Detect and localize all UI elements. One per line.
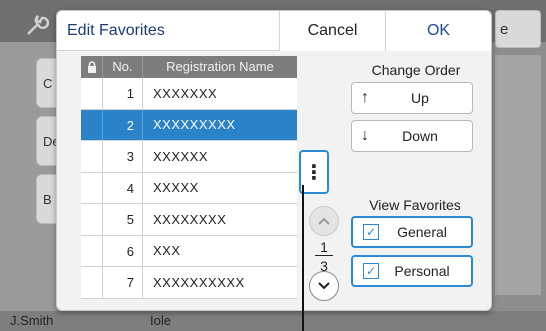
move-down-label: Down xyxy=(402,128,438,144)
background-status-bar xyxy=(0,311,546,331)
general-label: General xyxy=(397,224,447,240)
lock-cell xyxy=(81,109,103,140)
dialog-header: Edit Favorites Cancel OK xyxy=(57,11,491,51)
current-page: 1 xyxy=(315,239,333,256)
edit-favorites-dialog: Edit Favorites Cancel OK No. Registratio… xyxy=(56,10,492,311)
callout-pointer-line xyxy=(302,185,304,331)
page-up-button[interactable] xyxy=(309,206,339,236)
arrow-up-icon: ↑ xyxy=(361,89,369,106)
favorites-table: No. Registration Name 1 XXXXXXX 2 XXXXXX… xyxy=(81,56,297,299)
table-row[interactable]: 5 XXXXXXXX xyxy=(81,204,297,236)
background-right-panel xyxy=(495,55,541,295)
lock-cell xyxy=(81,78,103,109)
wrench-icon xyxy=(27,15,50,35)
row-number: 1 xyxy=(103,78,143,109)
checkbox-checked-icon: ✓ xyxy=(363,263,379,279)
page-down-button[interactable] xyxy=(309,271,339,301)
row-registration-name: XXXXXXXXX xyxy=(153,117,236,133)
ok-button[interactable]: OK xyxy=(385,11,491,51)
row-number: 4 xyxy=(103,172,143,203)
background-user-name: J.Smith xyxy=(10,313,54,328)
row-registration-name: XXXXXXXXXX xyxy=(153,274,245,290)
arrow-down-icon: ↓ xyxy=(361,127,369,144)
view-favorites-label: View Favorites xyxy=(369,197,461,213)
lock-cell xyxy=(81,204,103,235)
vertical-ellipsis-icon: ⋮ xyxy=(304,161,324,184)
chevron-up-icon xyxy=(318,217,330,225)
row-number: 3 xyxy=(103,141,143,172)
personal-checkbox-button[interactable]: ✓ Personal xyxy=(351,255,473,287)
row-registration-name: XXXXXXXX xyxy=(153,211,227,227)
personal-label: Personal xyxy=(394,263,450,279)
table-header: No. Registration Name xyxy=(81,56,297,78)
table-row[interactable]: 6 XXX xyxy=(81,235,297,267)
row-registration-name: XXXXX xyxy=(153,180,199,196)
row-number: 6 xyxy=(103,235,143,266)
dialog-title: Edit Favorites xyxy=(67,22,165,39)
table-row[interactable]: 7 XXXXXXXXXX xyxy=(81,267,297,299)
lock-cell xyxy=(81,235,103,266)
row-registration-name: XXXXXX xyxy=(153,148,209,164)
background-right-button: e xyxy=(495,10,541,48)
row-registration-name: XXX xyxy=(153,243,181,259)
move-up-button[interactable]: ↑ Up xyxy=(351,82,473,114)
table-row[interactable]: 4 XXXXX xyxy=(81,172,297,204)
checkbox-checked-icon: ✓ xyxy=(363,224,379,240)
lock-cell xyxy=(81,141,103,172)
table-row[interactable]: 3 XXXXXX xyxy=(81,141,297,173)
change-order-label: Change Order xyxy=(371,62,461,78)
background-title-fragment: Iole xyxy=(150,313,171,328)
row-registration-name: XXXXXXX xyxy=(153,85,218,101)
move-up-label: Up xyxy=(411,90,429,106)
lock-icon xyxy=(81,56,103,78)
lock-cell xyxy=(81,172,103,203)
chevron-down-icon xyxy=(318,282,330,290)
row-number: 5 xyxy=(103,204,143,235)
table-row[interactable]: 1 XXXXXXX xyxy=(81,78,297,110)
move-down-button[interactable]: ↓ Down xyxy=(351,120,473,152)
table-row-selected[interactable]: 2 XXXXXXXXX xyxy=(81,109,297,141)
row-number: 7 xyxy=(103,267,143,298)
general-checkbox-button[interactable]: ✓ General xyxy=(351,216,473,248)
row-number: 2 xyxy=(103,109,143,140)
cancel-button[interactable]: Cancel xyxy=(279,11,385,51)
column-header-no: No. xyxy=(103,56,143,78)
lock-cell xyxy=(81,267,103,298)
column-header-registration-name: Registration Name xyxy=(166,59,274,74)
